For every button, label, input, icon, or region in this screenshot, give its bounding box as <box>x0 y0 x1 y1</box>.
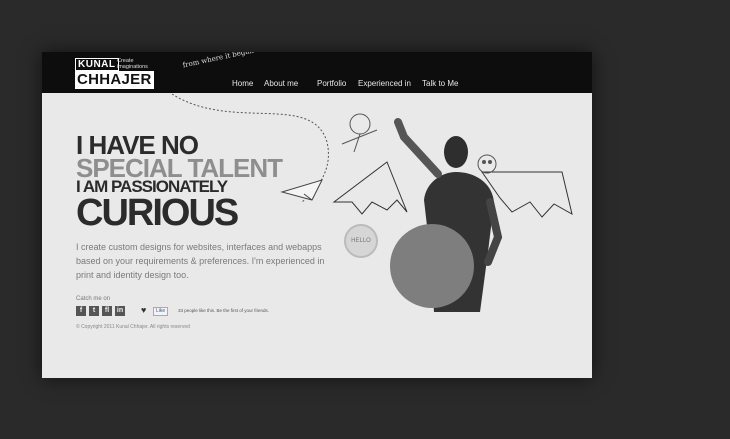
decorative-circle <box>390 224 474 308</box>
facebook-icon[interactable]: f <box>76 306 86 316</box>
intro-paragraph: I create custom designs for websites, in… <box>76 242 325 280</box>
website-frame: KUNAL Create imaginations CHHAJER from w… <box>42 52 592 378</box>
flickr-icon[interactable]: fl <box>102 306 112 316</box>
left-bat-wing-icon <box>332 161 408 215</box>
catch-me-on-label: Catch me on <box>76 296 111 302</box>
facebook-like-button[interactable]: Like <box>153 307 169 316</box>
owl-character-sketch-icon <box>477 154 497 174</box>
paper-plane-icon <box>280 179 323 201</box>
copyright-text: © Copyright 2011 Kunal Chhajer. All righ… <box>76 324 190 330</box>
linkedin-icon[interactable]: in <box>115 306 125 316</box>
social-links: f t fl in <box>76 306 125 316</box>
twitter-icon[interactable]: t <box>89 306 99 316</box>
flying-character-sketch-icon <box>341 113 378 153</box>
headline-line-4: CURIOUS <box>76 192 239 234</box>
heart-icon: ♥ <box>141 305 147 315</box>
like-count-text: 33 people like this. Be the first of you… <box>178 308 270 313</box>
hello-badge-icon: HELLO <box>344 224 378 258</box>
